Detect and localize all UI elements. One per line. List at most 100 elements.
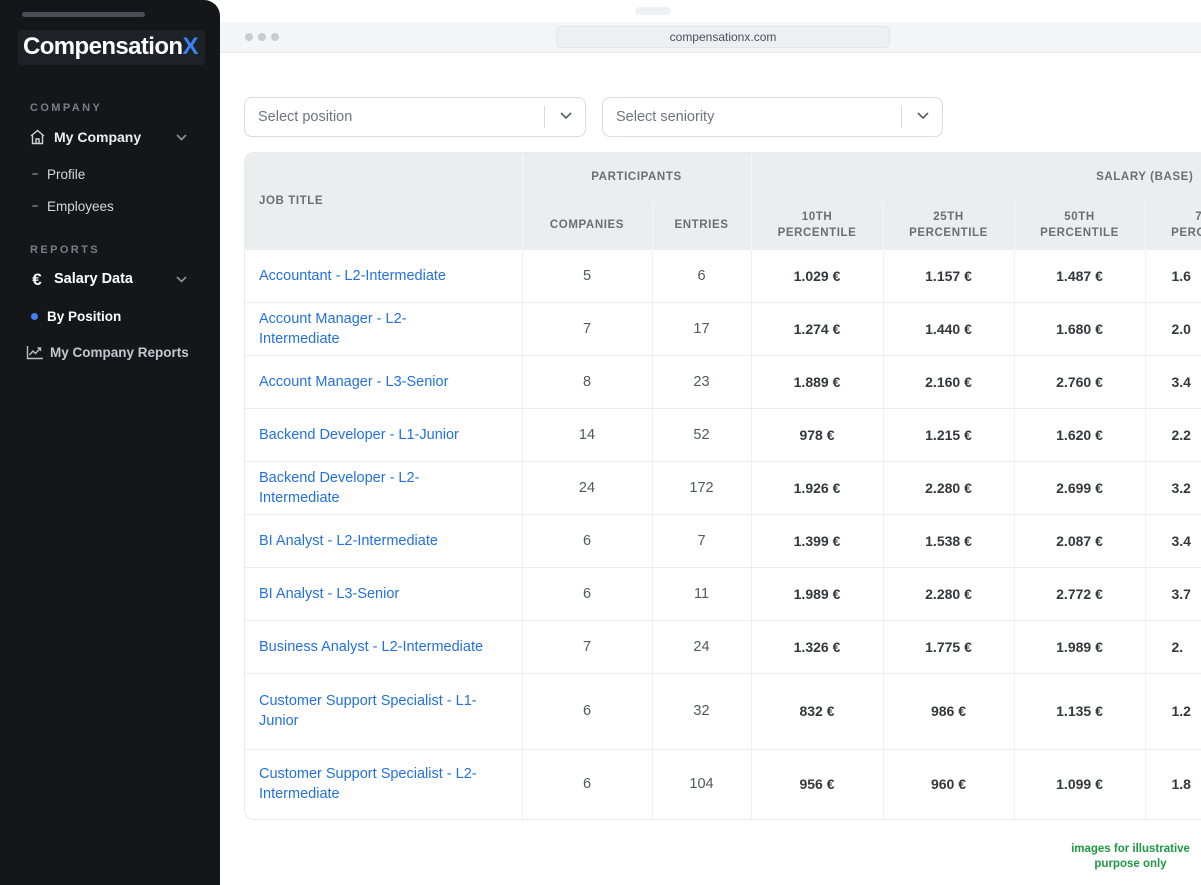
- section-label-company: COMPANY: [30, 102, 102, 114]
- job-title-link[interactable]: Business Analyst - L2-Intermediate: [259, 639, 483, 655]
- sidebar-item-label: Employees: [47, 199, 114, 214]
- window-dot-icon: [245, 33, 253, 41]
- job-title-cell: Account Manager - L2-Intermediate: [245, 302, 522, 355]
- table-row: Backend Developer - L1-Junior 14 52 978 …: [245, 408, 1201, 461]
- p75-cell: 3.4: [1145, 514, 1201, 567]
- sidebar-item-employees[interactable]: Employees: [0, 194, 220, 218]
- job-title-cell: Customer Support Specialist - L2-Interme…: [245, 749, 522, 819]
- p75-cell: 2.2: [1145, 408, 1201, 461]
- p10-cell: 956 €: [751, 749, 883, 819]
- companies-cell: 6: [522, 673, 652, 749]
- footnote-line-1: images for illustrative: [1063, 842, 1198, 857]
- job-title-cell: Business Analyst - L2-Intermediate: [245, 620, 522, 673]
- euro-icon: €: [27, 271, 47, 288]
- chevron-down-icon: [560, 112, 572, 120]
- p25-cell: 1.538 €: [883, 514, 1014, 567]
- p10-cell: 1.399 €: [751, 514, 883, 567]
- bullet-icon: [32, 205, 38, 207]
- salary-table: JOB TITLE PARTICIPANTS SALARY (BASE) COM…: [244, 152, 1201, 820]
- sidebar-item-my-company-reports[interactable]: My Company Reports: [0, 340, 220, 364]
- seniority-select-placeholder: Select seniority: [603, 109, 714, 125]
- p10-cell: 1.029 €: [751, 249, 883, 302]
- sidebar-item-my-company[interactable]: My Company: [0, 125, 220, 149]
- p10-cell: 832 €: [751, 673, 883, 749]
- companies-cell: 6: [522, 567, 652, 620]
- p50-cell: 2.760 €: [1014, 355, 1145, 408]
- entries-cell: 17: [652, 302, 751, 355]
- home-icon: [27, 129, 47, 145]
- chevron-down-icon: [917, 112, 929, 120]
- companies-cell: 6: [522, 514, 652, 567]
- table-row: Account Manager - L2-Intermediate 7 17 1…: [245, 302, 1201, 355]
- col-header-25th-percentile: 25TH PERCENTILE: [883, 201, 1014, 249]
- col-header-job-title: JOB TITLE: [245, 153, 522, 249]
- illustrative-footnote: images for illustrative purpose only: [1063, 842, 1198, 872]
- p10-cell: 1.889 €: [751, 355, 883, 408]
- select-divider: [544, 106, 545, 128]
- job-title-cell: BI Analyst - L2-Intermediate: [245, 514, 522, 567]
- address-bar[interactable]: compensationx.com: [556, 26, 890, 48]
- entries-cell: 24: [652, 620, 751, 673]
- position-select[interactable]: Select position: [244, 97, 586, 137]
- p25-cell: 960 €: [883, 749, 1014, 819]
- p75-cell: 3.4: [1145, 355, 1201, 408]
- job-title-link[interactable]: Customer Support Specialist - L1-Junior: [259, 693, 477, 729]
- group-header-participants: PARTICIPANTS: [522, 153, 751, 201]
- table-row: Backend Developer - L2-Intermediate 24 1…: [245, 461, 1201, 514]
- sidebar-item-salary-data[interactable]: € Salary Data: [0, 267, 220, 291]
- p25-cell: 1.157 €: [883, 249, 1014, 302]
- line-chart-icon: [25, 345, 45, 360]
- job-title-link[interactable]: BI Analyst - L3-Senior: [259, 586, 399, 602]
- job-title-link[interactable]: Backend Developer - L1-Junior: [259, 427, 459, 443]
- sidebar-item-label: Salary Data: [54, 271, 133, 287]
- bullet-icon: [32, 173, 38, 175]
- sidebar-item-profile[interactable]: Profile: [0, 162, 220, 186]
- logo-accent: X: [182, 33, 197, 60]
- job-title-link[interactable]: Account Manager - L2-Intermediate: [259, 311, 407, 347]
- p25-cell: 1.440 €: [883, 302, 1014, 355]
- companies-cell: 8: [522, 355, 652, 408]
- group-header-salary-base: SALARY (BASE): [751, 153, 1201, 201]
- url-text: compensationx.com: [670, 30, 777, 44]
- p50-cell: 1.620 €: [1014, 408, 1145, 461]
- p75-cell: 3.2: [1145, 461, 1201, 514]
- col-header-75th-percentile: 75TH PERCENTILE: [1145, 201, 1201, 249]
- entries-cell: 172: [652, 461, 751, 514]
- sidebar-item-label: My Company Reports: [50, 345, 189, 360]
- browser-bar: compensationx.com: [220, 22, 1201, 53]
- entries-cell: 6: [652, 249, 751, 302]
- p75-cell: 2.: [1145, 620, 1201, 673]
- p50-cell: 2.087 €: [1014, 514, 1145, 567]
- job-title-link[interactable]: Backend Developer - L2-Intermediate: [259, 470, 419, 506]
- chevron-down-icon: [176, 276, 187, 283]
- select-divider: [901, 106, 902, 128]
- p10-cell: 1.989 €: [751, 567, 883, 620]
- col-header-entries: ENTRIES: [652, 201, 751, 249]
- app-logo: CompensationX: [18, 30, 205, 65]
- job-title-link[interactable]: Customer Support Specialist - L2-Interme…: [259, 766, 477, 802]
- p10-cell: 978 €: [751, 408, 883, 461]
- entries-cell: 52: [652, 408, 751, 461]
- sidebar-item-label: My Company: [54, 129, 141, 145]
- companies-cell: 7: [522, 620, 652, 673]
- p75-cell: 1.6: [1145, 249, 1201, 302]
- chevron-down-icon: [176, 134, 187, 141]
- app-window: CompensationX COMPANY My Company Profile…: [0, 0, 1201, 885]
- entries-cell: 23: [652, 355, 751, 408]
- p25-cell: 2.280 €: [883, 461, 1014, 514]
- p10-cell: 1.274 €: [751, 302, 883, 355]
- entries-cell: 7: [652, 514, 751, 567]
- table-row: Customer Support Specialist - L2-Interme…: [245, 749, 1201, 819]
- seniority-select[interactable]: Select seniority: [602, 97, 943, 137]
- entries-cell: 32: [652, 673, 751, 749]
- sidebar-item-by-position[interactable]: By Position: [0, 304, 220, 328]
- job-title-cell: BI Analyst - L3-Senior: [245, 567, 522, 620]
- job-title-link[interactable]: Accountant - L2-Intermediate: [259, 268, 446, 284]
- job-title-cell: Backend Developer - L2-Intermediate: [245, 461, 522, 514]
- job-title-link[interactable]: BI Analyst - L2-Intermediate: [259, 533, 438, 549]
- position-select-placeholder: Select position: [245, 109, 352, 125]
- window-dot-icon: [271, 33, 279, 41]
- companies-cell: 6: [522, 749, 652, 819]
- job-title-cell: Accountant - L2-Intermediate: [245, 249, 522, 302]
- job-title-link[interactable]: Account Manager - L3-Senior: [259, 374, 448, 390]
